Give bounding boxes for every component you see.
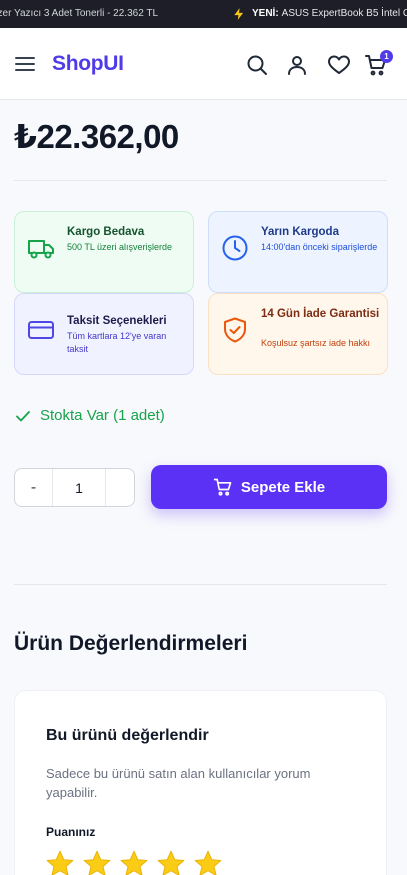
- feature-title: Yarın Kargoda: [261, 226, 339, 238]
- user-icon[interactable]: [285, 53, 309, 77]
- feature-title: 14 Gün İade Garantisi: [261, 308, 380, 320]
- feature-return-guarantee: 14 Gün İade Garantisi Koşulsuz şartsız i…: [208, 293, 388, 375]
- feature-installments: Taksit Seçenekleri Tüm kartlara 12'ye va…: [14, 293, 194, 375]
- stock-status: Stokta Var (1 adet): [15, 407, 165, 424]
- ticker-item[interactable]: azer Yazıcı 3 Adet Tonerli - 22.362 TL: [0, 8, 158, 19]
- ticker-item[interactable]: YENİ: ASUS ExpertBook B5 İntel Co: [252, 8, 407, 19]
- check-icon: [16, 410, 30, 421]
- feature-next-day-shipping: Yarın Kargoda 14:00'dan önceki siparişle…: [208, 211, 388, 293]
- star-icon[interactable]: [119, 849, 149, 875]
- feature-desc: Koşulsuz şartsız iade hakkı: [261, 338, 371, 348]
- feature-title: Kargo Bedava: [67, 226, 145, 238]
- feature-title: Taksit Seçenekleri: [67, 315, 167, 327]
- star-icon[interactable]: [45, 849, 75, 875]
- clock-icon: [222, 235, 248, 261]
- ticker-new-label: YENİ:: [252, 8, 279, 19]
- add-to-cart-button[interactable]: Sepete Ekle: [151, 465, 387, 509]
- announcement-ticker: azer Yazıcı 3 Adet Tonerli - 22.362 TL Y…: [0, 0, 407, 28]
- menu-icon[interactable]: [15, 56, 35, 72]
- heart-icon[interactable]: [327, 53, 351, 77]
- divider: [14, 180, 387, 181]
- credit-card-icon: [28, 321, 54, 339]
- cart-count-badge: 1: [380, 50, 393, 63]
- quantity-decrease-button[interactable]: -: [15, 469, 53, 506]
- divider: [14, 584, 387, 585]
- search-icon[interactable]: [245, 53, 269, 77]
- review-form-card: Bu ürünü değerlendir Sadece bu ürünü sat…: [14, 690, 387, 875]
- feature-desc: 14:00'dan önceki siparişlerde: [261, 242, 378, 252]
- review-card-desc: Sadece bu ürünü satın alan kullanıcılar …: [46, 766, 311, 800]
- star-icon[interactable]: [82, 849, 112, 875]
- feature-desc: 500 TL üzeri alışverişlerde: [67, 242, 173, 252]
- quantity-input[interactable]: 1: [53, 469, 105, 506]
- site-header: ShopUI 1: [0, 28, 407, 100]
- star-rating: [45, 849, 230, 875]
- ticker-item-text: ASUS ExpertBook B5 İntel Co: [281, 8, 407, 19]
- shield-check-icon: [224, 317, 246, 343]
- review-card-title: Bu ürünü değerlendir: [46, 727, 209, 744]
- feature-desc: Tüm kartlara 12'ye varan taksit: [67, 331, 167, 354]
- star-icon[interactable]: [193, 849, 223, 875]
- cart-icon: [213, 478, 232, 496]
- lightning-icon: [234, 8, 244, 20]
- truck-icon: [28, 240, 54, 259]
- reviews-heading: Ürün Değerlendirmeleri: [14, 632, 248, 655]
- quantity-increase-button[interactable]: [105, 469, 135, 506]
- star-icon[interactable]: [156, 849, 186, 875]
- quantity-stepper: - 1: [14, 468, 135, 507]
- logo[interactable]: ShopUI: [52, 52, 124, 76]
- stock-text: Stokta Var (1 adet): [40, 407, 165, 424]
- feature-free-shipping: Kargo Bedava 500 TL üzeri alışverişlerde: [14, 211, 194, 293]
- add-to-cart-label: Sepete Ekle: [240, 478, 326, 496]
- product-price: ₺22.362,00: [14, 118, 179, 155]
- rating-label: Puanınız: [46, 825, 96, 839]
